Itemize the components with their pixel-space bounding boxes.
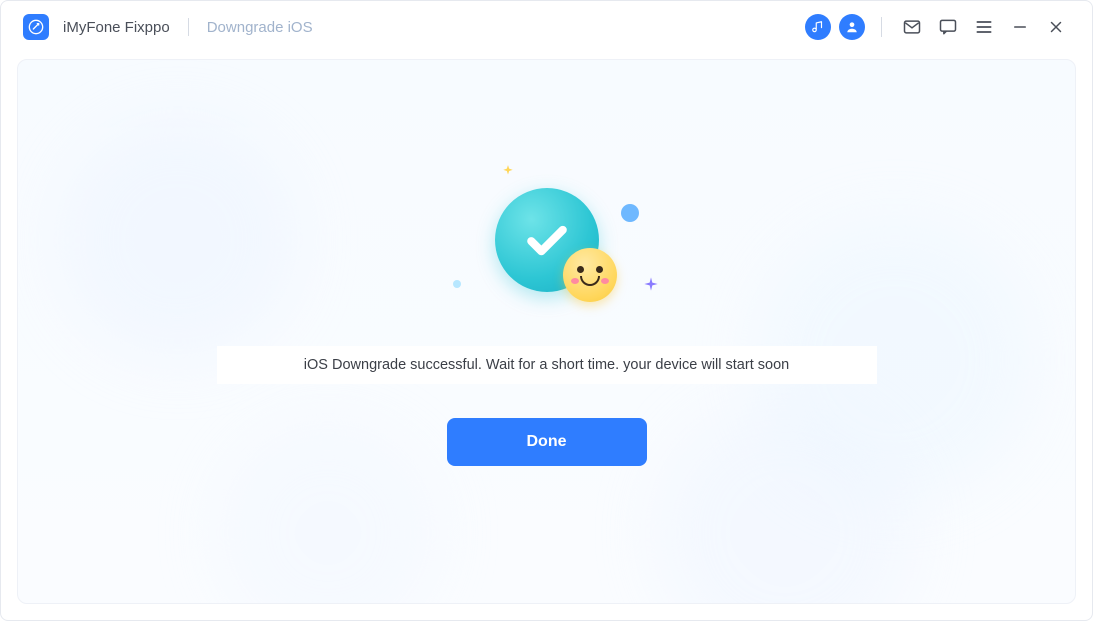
feedback-button[interactable]	[934, 13, 962, 41]
feedback-icon	[938, 17, 958, 37]
app-name: iMyFone Fixppo	[63, 19, 170, 36]
breadcrumb: Downgrade iOS	[207, 19, 313, 36]
bg-blob	[58, 120, 298, 360]
music-note-icon	[811, 20, 825, 34]
sparkle-icon	[643, 276, 659, 292]
status-message-text: iOS Downgrade successful. Wait for a sho…	[304, 357, 789, 373]
content-panel: iOS Downgrade successful. Wait for a sho…	[17, 59, 1076, 604]
close-icon	[1047, 18, 1065, 36]
done-button[interactable]: Done	[447, 418, 647, 466]
fixppo-logo-icon	[28, 19, 44, 35]
menu-icon	[974, 17, 994, 37]
bg-blob	[218, 423, 438, 604]
checkmark-icon	[520, 213, 574, 267]
titlebar: iMyFone Fixppo Downgrade iOS	[1, 1, 1092, 53]
status-message-bar: iOS Downgrade successful. Wait for a sho…	[217, 346, 877, 384]
smiley-icon	[563, 248, 617, 302]
success-illustration	[457, 170, 637, 310]
decor-dot	[621, 204, 639, 222]
minimize-button[interactable]	[1006, 13, 1034, 41]
minimize-icon	[1011, 18, 1029, 36]
titlebar-divider	[881, 17, 882, 37]
close-button[interactable]	[1042, 13, 1070, 41]
titlebar-actions	[805, 13, 1070, 41]
success-check-circle	[495, 188, 599, 292]
music-transfer-button[interactable]	[805, 14, 831, 40]
mail-button[interactable]	[898, 13, 926, 41]
account-button[interactable]	[839, 14, 865, 40]
title-separator	[188, 18, 189, 36]
menu-button[interactable]	[970, 13, 998, 41]
sparkle-icon	[501, 164, 515, 178]
mail-icon	[902, 17, 922, 37]
app-logo	[23, 14, 49, 40]
app-window: iMyFone Fixppo Downgrade iOS	[0, 0, 1093, 621]
account-icon	[845, 20, 859, 34]
decor-dot	[453, 280, 461, 288]
